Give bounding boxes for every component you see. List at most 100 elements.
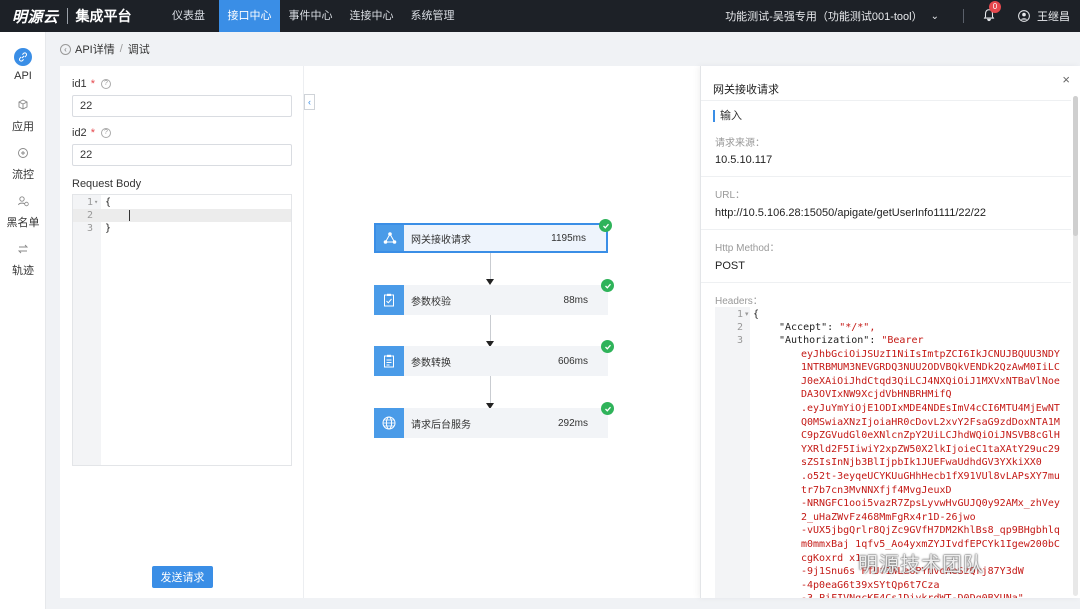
headers-label: Headers： — [715, 296, 763, 307]
sidebar-label: 流控 — [12, 169, 34, 181]
viewer-gutter — [715, 307, 750, 598]
user-block-icon — [18, 196, 29, 207]
field-label: id2 — [72, 127, 87, 139]
json-string-continuation: J0eXAiOiJhdCtqd3QiLCJ4NXQiOiJ1MXVxNTBaVl… — [801, 375, 1060, 387]
notification-button[interactable]: 0 — [982, 1, 1001, 24]
flow-node-time: 88ms — [563, 294, 588, 306]
json-string-continuation: YXRld2F5IiwiY2xpZW50X2lkIjoieC1taXAtY29u… — [801, 443, 1060, 455]
drawer-divider — [701, 176, 1071, 177]
user-menu[interactable]: 王继昌 — [1018, 8, 1070, 24]
sidebar-item-flow-control[interactable]: 流控 — [0, 144, 46, 182]
globe-icon — [374, 408, 404, 438]
json-string-continuation: tr7b7cn3MvNNXfjf4MvgJeuxD — [801, 484, 952, 496]
line-number: 2 — [736, 322, 743, 333]
check-circle-icon — [601, 402, 614, 415]
chevron-left-icon: ‹ — [308, 97, 311, 107]
sidebar-item-blacklist[interactable]: 黑名单 — [0, 192, 46, 230]
nav-right: 功能测试-吴强专用（功能测试001-tool） ⌄ 0 王继昌 — [725, 0, 1080, 32]
request-body-label: Request Body — [72, 178, 142, 190]
json-string-continuation: cgKoxrd x1 — [801, 552, 862, 564]
menu-item-api-center[interactable]: 接口中心 — [219, 0, 280, 32]
json-string-continuation: DA3OVIxNW9XcjdVbHNBRHMifQ — [801, 389, 952, 401]
drawer-title: 网关接收请求 — [713, 84, 779, 96]
json-string-continuation: .o52t-3eyqeUCYKUuGHhHecb1fX91VUl8vLAPsXY… — [801, 471, 1060, 482]
id2-input[interactable]: 22 — [72, 144, 292, 166]
send-request-button[interactable]: 发送请求 — [152, 566, 213, 588]
editor-line: 1 ▾ { — [73, 196, 291, 209]
fold-icon[interactable]: ▾ — [745, 310, 749, 318]
id1-input[interactable]: 22 — [72, 95, 292, 117]
breadcrumb-parent[interactable]: API详情 — [75, 41, 115, 57]
text-cursor — [129, 210, 130, 221]
required-mark: * — [90, 78, 95, 90]
check-circle-icon — [599, 219, 612, 232]
user-name: 王继昌 — [1037, 11, 1070, 23]
side-nav: API 应用 流控 黑名单 轨迹 — [0, 32, 46, 609]
sidebar-label: 黑名单 — [6, 217, 40, 229]
editor-line: 3 } — [73, 222, 291, 235]
json-string-continuation: -NRNGFC1ooi5vazR7ZpsLyvwHvGUJQ0y92AMx_zh… — [801, 498, 1060, 510]
node-detail-drawer: 网关接收请求 × 输入 请求来源： 10.5.10.117 URL： http:… — [700, 66, 1080, 598]
flow-connector — [490, 253, 491, 279]
menu-item-system[interactable]: 系统管理 — [402, 0, 463, 32]
flow-node-time: 606ms — [557, 355, 588, 367]
json-string-continuation: -vUX5jbgQrlr8QjZc9GVfH7DM2KhlBs8_qp9BHgb… — [801, 525, 1060, 537]
line-code: { — [105, 197, 112, 208]
logo-divider — [66, 8, 68, 24]
sidebar-item-trace[interactable]: 轨迹 — [0, 240, 46, 278]
flow-connector — [490, 376, 491, 403]
close-icon[interactable]: × — [1062, 72, 1070, 87]
plus-circle-icon — [18, 148, 28, 158]
json-string-continuation: 2_uHaZWvFz468MmFgRx4r1D-26jwo — [801, 511, 976, 523]
json-key: "Accept" — [779, 322, 828, 333]
sidebar-label: 轨迹 — [12, 265, 34, 277]
sidebar-item-api[interactable]: API — [0, 48, 46, 82]
json-string-continuation: sZSIsInNjb3BlIjpbIk1JUEFwaUdhdGV3YXkiXX0 — [801, 457, 1042, 469]
flow-connector — [490, 315, 491, 341]
drawer-scrollbar[interactable] — [1073, 96, 1078, 596]
menu-item-event-center[interactable]: 事件中心 — [280, 0, 341, 32]
collapse-pane-button[interactable]: ‹ — [304, 94, 315, 110]
help-icon[interactable]: ? — [100, 79, 111, 90]
top-nav: 明源云 集成平台 仪表盘 接口中心 事件中心 连接中心 系统管理 功能测试-吴强… — [0, 0, 1080, 32]
flow-node-gateway[interactable]: 网关接收请求 1195ms — [374, 219, 612, 253]
id2-label: id2 *? — [72, 127, 111, 139]
required-mark: * — [90, 127, 95, 139]
menu-item-dashboard[interactable]: 仪表盘 — [158, 0, 219, 32]
project-selector[interactable]: 功能测试-吴强专用（功能测试001-tool） ⌄ — [725, 8, 939, 24]
line-number: 3 — [736, 335, 743, 346]
flow-node-name: 参数校验 — [411, 296, 451, 308]
cube-icon — [18, 99, 28, 110]
flow-node-backend-service[interactable]: 请求后台服务 292ms — [374, 402, 614, 438]
breadcrumb-current: 调试 — [127, 44, 150, 56]
brand-name: 明源云 — [12, 8, 59, 26]
json-colon: : — [827, 322, 840, 333]
json-colon: : — [869, 335, 882, 346]
sidebar-item-app[interactable]: 应用 — [0, 96, 46, 134]
check-circle-icon — [601, 340, 614, 353]
flow-node-param-check[interactable]: 参数校验 88ms — [374, 279, 614, 315]
drawer-divider — [701, 229, 1071, 230]
clipboard-check-icon — [374, 285, 404, 315]
link-icon — [14, 48, 32, 66]
json-string: "*/*", — [839, 322, 876, 333]
project-name: 功能测试-吴强专用（功能测试001-tool） — [725, 11, 923, 23]
fold-icon[interactable]: ▾ — [94, 196, 98, 209]
json-line-authorization: "Authorization": "Bearer — [779, 334, 924, 347]
scrollbar-thumb[interactable] — [1073, 96, 1078, 236]
logo[interactable]: 明源云 集成平台 — [0, 0, 158, 32]
back-icon[interactable]: ‹ — [60, 43, 71, 55]
menu-item-connect-center[interactable]: 连接中心 — [341, 0, 402, 32]
json-string-continuation: .eyJuYmYiOjE1ODIxMDE4NDEsImV4cCI6MTU4MjE… — [801, 403, 1060, 414]
request-body-editor[interactable]: 1 ▾ { 2 3 } — [72, 194, 292, 466]
url-value: http://10.5.106.28:15050/apigate/getUser… — [715, 207, 986, 219]
json-string-continuation: eyJhbGciOiJSUzI1NiIsImtpZCI6IkJCNUJBQUU3… — [801, 348, 1060, 360]
json-line-accept: "Accept": "*/*", — [779, 321, 875, 334]
drawer-divider — [701, 282, 1071, 283]
debug-card: id1 *? 22 id2 *? 22 Request Body 1 ▾ { 2 3… — [60, 66, 1080, 598]
json-string-continuation: C9pZGVudGl0eXNlcnZpY2UiLCJhdWQiOiJNSVB8c… — [801, 430, 1060, 442]
flow-node-param-convert[interactable]: 参数转换 606ms — [374, 340, 614, 376]
help-icon[interactable]: ? — [100, 128, 111, 139]
json-key: "Authorization" — [779, 335, 870, 346]
section-title-input: 输入 — [713, 110, 742, 122]
